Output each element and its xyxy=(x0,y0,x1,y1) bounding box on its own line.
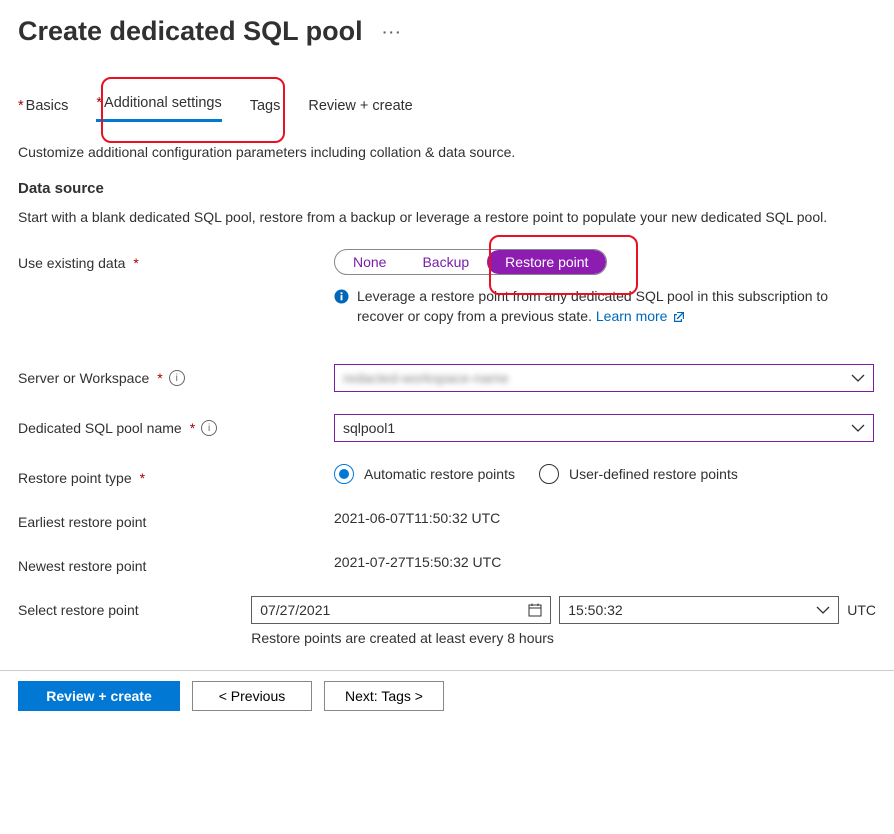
use-existing-data-label: Use existing data xyxy=(18,255,125,271)
tab-additional-settings[interactable]: *Additional settings xyxy=(96,89,221,122)
server-workspace-label: Server or Workspace xyxy=(18,370,149,386)
required-indicator: * xyxy=(190,420,195,436)
chevron-down-icon xyxy=(816,603,830,617)
wizard-tabs: *Basics *Additional settings Tags Review… xyxy=(18,89,876,122)
tab-review-create[interactable]: Review + create xyxy=(308,92,412,122)
pool-name-label: Dedicated SQL pool name xyxy=(18,420,182,436)
calendar-icon xyxy=(528,603,542,617)
timezone-label: UTC xyxy=(847,602,876,618)
tab-basics-label: Basics xyxy=(26,98,69,114)
info-text: Leverage a restore point from any dedica… xyxy=(357,287,876,326)
newest-restore-value: 2021-07-27T15:50:32 UTC xyxy=(334,554,501,570)
restore-date-input[interactable]: 07/27/2021 xyxy=(251,596,551,624)
page-title: Create dedicated SQL pool ··· xyxy=(18,16,876,47)
required-indicator: * xyxy=(133,255,138,271)
pool-name-dropdown[interactable]: sqlpool1 xyxy=(334,414,874,442)
restore-date-value: 07/27/2021 xyxy=(260,602,330,618)
learn-more-label: Learn more xyxy=(596,308,668,324)
more-actions-icon[interactable]: ··· xyxy=(383,24,403,40)
radio-user-defined-label: User-defined restore points xyxy=(569,466,738,482)
page-title-text: Create dedicated SQL pool xyxy=(18,16,363,47)
required-indicator: * xyxy=(140,470,145,486)
help-icon[interactable]: i xyxy=(201,420,217,436)
wizard-footer: Review + create < Previous Next: Tags > xyxy=(0,670,894,725)
restore-hint-text: Restore points are created at least ever… xyxy=(251,630,876,646)
option-restore-point[interactable]: Restore point xyxy=(487,250,606,274)
option-backup[interactable]: Backup xyxy=(404,250,487,274)
newest-restore-label: Newest restore point xyxy=(18,558,146,574)
tab-additional-label: Additional settings xyxy=(104,95,222,111)
info-text-content: Leverage a restore point from any dedica… xyxy=(357,288,828,324)
pool-name-value: sqlpool1 xyxy=(343,420,395,436)
previous-button[interactable]: < Previous xyxy=(192,681,312,711)
learn-more-link[interactable]: Learn more xyxy=(596,308,685,324)
restore-type-radio-group: Automatic restore points User-defined re… xyxy=(334,464,876,484)
tab-review-label: Review + create xyxy=(308,98,412,114)
select-restore-label: Select restore point xyxy=(18,602,139,618)
option-none[interactable]: None xyxy=(335,250,404,274)
external-link-icon xyxy=(673,311,685,323)
info-icon xyxy=(334,289,349,304)
help-icon[interactable]: i xyxy=(169,370,185,386)
radio-user-defined-restore[interactable]: User-defined restore points xyxy=(539,464,738,484)
radio-automatic-restore[interactable]: Automatic restore points xyxy=(334,464,515,484)
radio-automatic-label: Automatic restore points xyxy=(364,466,515,482)
section-data-source-heading: Data source xyxy=(18,180,876,197)
restore-time-input[interactable]: 15:50:32 xyxy=(559,596,839,624)
earliest-restore-label: Earliest restore point xyxy=(18,514,146,530)
next-button[interactable]: Next: Tags > xyxy=(324,681,444,711)
chevron-down-icon xyxy=(851,371,865,385)
chevron-down-icon xyxy=(851,421,865,435)
tab-basics[interactable]: *Basics xyxy=(18,92,68,122)
tab-tags[interactable]: Tags xyxy=(250,92,281,122)
server-workspace-value: redacted-workspace-name xyxy=(343,370,509,386)
tab-tags-label: Tags xyxy=(250,98,281,114)
tab-description: Customize additional configuration param… xyxy=(18,144,876,160)
restore-type-label: Restore point type xyxy=(18,470,132,486)
restore-time-value: 15:50:32 xyxy=(568,602,623,618)
required-indicator: * xyxy=(157,370,162,386)
earliest-restore-value: 2021-06-07T11:50:32 UTC xyxy=(334,510,500,526)
use-existing-data-selector: None Backup Restore point xyxy=(334,249,607,275)
server-workspace-dropdown[interactable]: redacted-workspace-name xyxy=(334,364,874,392)
section-data-source-paragraph: Start with a blank dedicated SQL pool, r… xyxy=(18,207,876,227)
review-create-button[interactable]: Review + create xyxy=(18,681,180,711)
